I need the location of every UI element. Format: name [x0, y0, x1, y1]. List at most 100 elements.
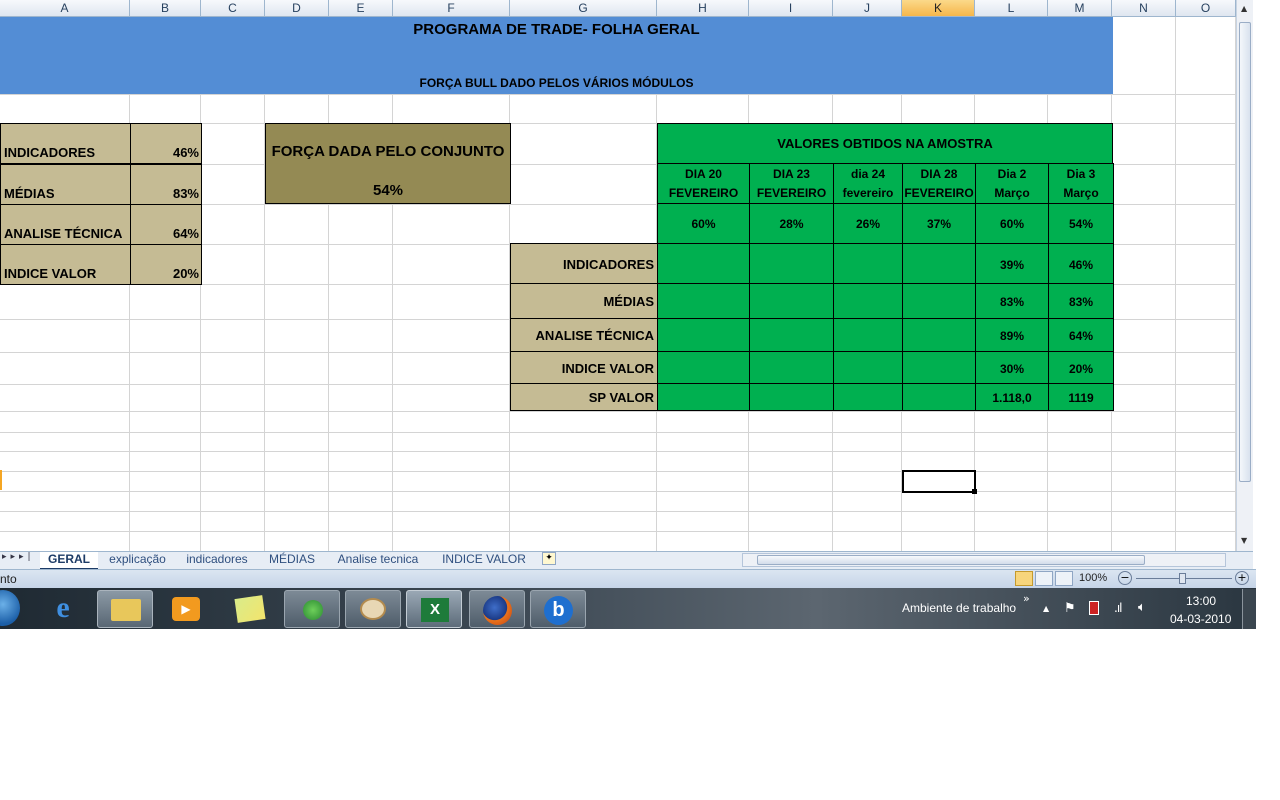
vertical-scrollbar[interactable]: ▲ ▼	[1236, 0, 1253, 552]
network-icon[interactable]: .ıl	[1114, 601, 1123, 615]
volume-icon[interactable]: 🔈︎	[1138, 600, 1146, 615]
scroll-thumb[interactable]	[1239, 22, 1251, 482]
empty-cell	[657, 283, 750, 319]
insert-sheet-icon[interactable]: ✦	[542, 552, 556, 565]
column-header-n[interactable]: N	[1112, 0, 1176, 17]
column-header-h[interactable]: H	[657, 0, 749, 17]
scroll-down-arrow[interactable]: ▼	[1241, 536, 1247, 545]
summary-label: INDICE VALOR	[0, 244, 131, 285]
summary-value: 46%	[130, 123, 202, 164]
column-header-e[interactable]: E	[329, 0, 393, 17]
page-subtitle: FORÇA BULL DADO PELOS VÁRIOS MÓDULOS	[419, 76, 694, 90]
fill-handle[interactable]	[972, 489, 977, 494]
power-icon[interactable]	[1089, 601, 1099, 615]
empty-cell	[657, 383, 750, 411]
zoom-level[interactable]: 100%	[1079, 572, 1107, 584]
empty-cell	[657, 351, 750, 384]
clock-time[interactable]: 13:00	[1186, 594, 1216, 608]
date-header: Dia 2 Março	[975, 163, 1049, 204]
column-header-d[interactable]: D	[265, 0, 329, 17]
page-layout-view-icon[interactable]	[1035, 571, 1053, 586]
column-header-i[interactable]: I	[749, 0, 833, 17]
column-header-k[interactable]: K	[902, 0, 975, 17]
show-desktop-button[interactable]	[1242, 589, 1256, 629]
date-line2: FEVEREIRO	[668, 186, 739, 200]
row-label: INDICADORES	[510, 243, 658, 284]
paint-icon[interactable]	[345, 590, 401, 628]
empty-cell	[833, 283, 903, 319]
media-player-icon[interactable]: ▶	[172, 597, 200, 621]
column-header-m[interactable]: M	[1048, 0, 1112, 17]
summary-label: ANALISE TÉCNICA	[0, 204, 131, 245]
tab-explica-o[interactable]: explicação	[99, 552, 176, 568]
total-value: 54%	[1048, 203, 1114, 244]
row-label: INDICE VALOR	[510, 351, 658, 384]
total-value: 37%	[902, 203, 976, 244]
column-header-a[interactable]: A	[0, 0, 130, 17]
dia3-value: 64%	[1048, 318, 1114, 352]
empty-cell	[833, 243, 903, 284]
total-value: 60%	[975, 203, 1049, 244]
empty-cell	[902, 243, 976, 284]
ie-icon[interactable]: e	[46, 592, 80, 626]
normal-view-icon[interactable]	[1015, 571, 1033, 586]
date-line2: Março	[1063, 186, 1099, 200]
column-header-f[interactable]: F	[393, 0, 510, 17]
date-line1: dia 24	[850, 167, 886, 181]
bing-icon[interactable]: b	[530, 590, 586, 628]
firefox-icon[interactable]	[469, 590, 525, 628]
summary-label: MÉDIAS	[0, 164, 131, 205]
selected-cell[interactable]	[902, 470, 976, 493]
tab-analise-tecnica[interactable]: Analise tecnica	[326, 552, 430, 568]
total-value: 60%	[657, 203, 750, 244]
tab-indicadores[interactable]: indicadores	[176, 552, 258, 568]
desktop-label[interactable]: Ambiente de trabalho	[902, 601, 1016, 615]
sticky-notes-icon[interactable]	[234, 595, 266, 623]
clock-date[interactable]: 04-03-2010	[1170, 612, 1231, 626]
date-line2: Março	[994, 186, 1030, 200]
column-header-b[interactable]: B	[130, 0, 201, 17]
column-header-j[interactable]: J	[833, 0, 902, 17]
excel-icon[interactable]: X	[406, 590, 462, 628]
scroll-up-arrow[interactable]: ▲	[1241, 4, 1247, 13]
zoom-in-icon[interactable]: +	[1235, 571, 1249, 585]
page-break-view-icon[interactable]	[1055, 571, 1073, 586]
date-line2: FEVEREIRO	[904, 186, 974, 200]
grid-hline	[0, 531, 1236, 532]
date-header: Dia 3 Março	[1048, 163, 1114, 204]
tab-m-dias[interactable]: MÉDIAS	[258, 552, 326, 568]
zoom-slider-thumb[interactable]	[1179, 573, 1186, 584]
date-header: DIA 28 FEVEREIRO	[902, 163, 976, 204]
zoom-out-icon[interactable]: −	[1118, 571, 1132, 585]
date-line1: Dia 2	[997, 167, 1027, 181]
empty-cell	[833, 351, 903, 384]
empty-cell	[749, 383, 834, 411]
dia3-value: 46%	[1048, 243, 1114, 284]
tab-nav-buttons[interactable]: ▸▸▸|	[2, 552, 35, 562]
force-box: FORÇA DADA PELO CONJUNTO 54%	[265, 123, 511, 204]
dia2-value: 83%	[975, 283, 1049, 319]
sample-title-cell: VALORES OBTIDOS NA AMOSTRA	[657, 123, 1113, 164]
explorer-icon[interactable]	[97, 590, 153, 628]
column-header-g[interactable]: G	[510, 0, 657, 17]
horizontal-scrollbar[interactable]	[742, 553, 1226, 567]
force-label: FORÇA DADA PELO CONJUNTO	[271, 143, 505, 160]
column-header-c[interactable]: C	[201, 0, 265, 17]
column-header-l[interactable]: L	[975, 0, 1048, 17]
date-line1: Dia 3	[1066, 167, 1096, 181]
date-line2: fevereiro	[842, 186, 894, 200]
desktop-toolbar-chevron-icon[interactable]: »	[1023, 592, 1030, 605]
dia2-value: 1.118,0	[975, 383, 1049, 411]
flag-icon[interactable]: ⚑	[1064, 601, 1076, 616]
messenger-icon[interactable]	[284, 590, 340, 628]
tab-indice-valor[interactable]: INDICE VALOR	[430, 552, 538, 568]
show-hidden-icons-icon[interactable]: ▲	[1043, 604, 1049, 613]
tab-geral[interactable]: GERAL	[40, 552, 98, 570]
empty-cell	[902, 318, 976, 352]
hscroll-thumb[interactable]	[757, 555, 1145, 565]
status-bar: nto 100% − +	[0, 569, 1256, 588]
empty-cell	[902, 283, 976, 319]
column-header-o[interactable]: O	[1176, 0, 1236, 17]
status-text: nto	[0, 572, 17, 586]
empty-cell	[657, 243, 750, 284]
